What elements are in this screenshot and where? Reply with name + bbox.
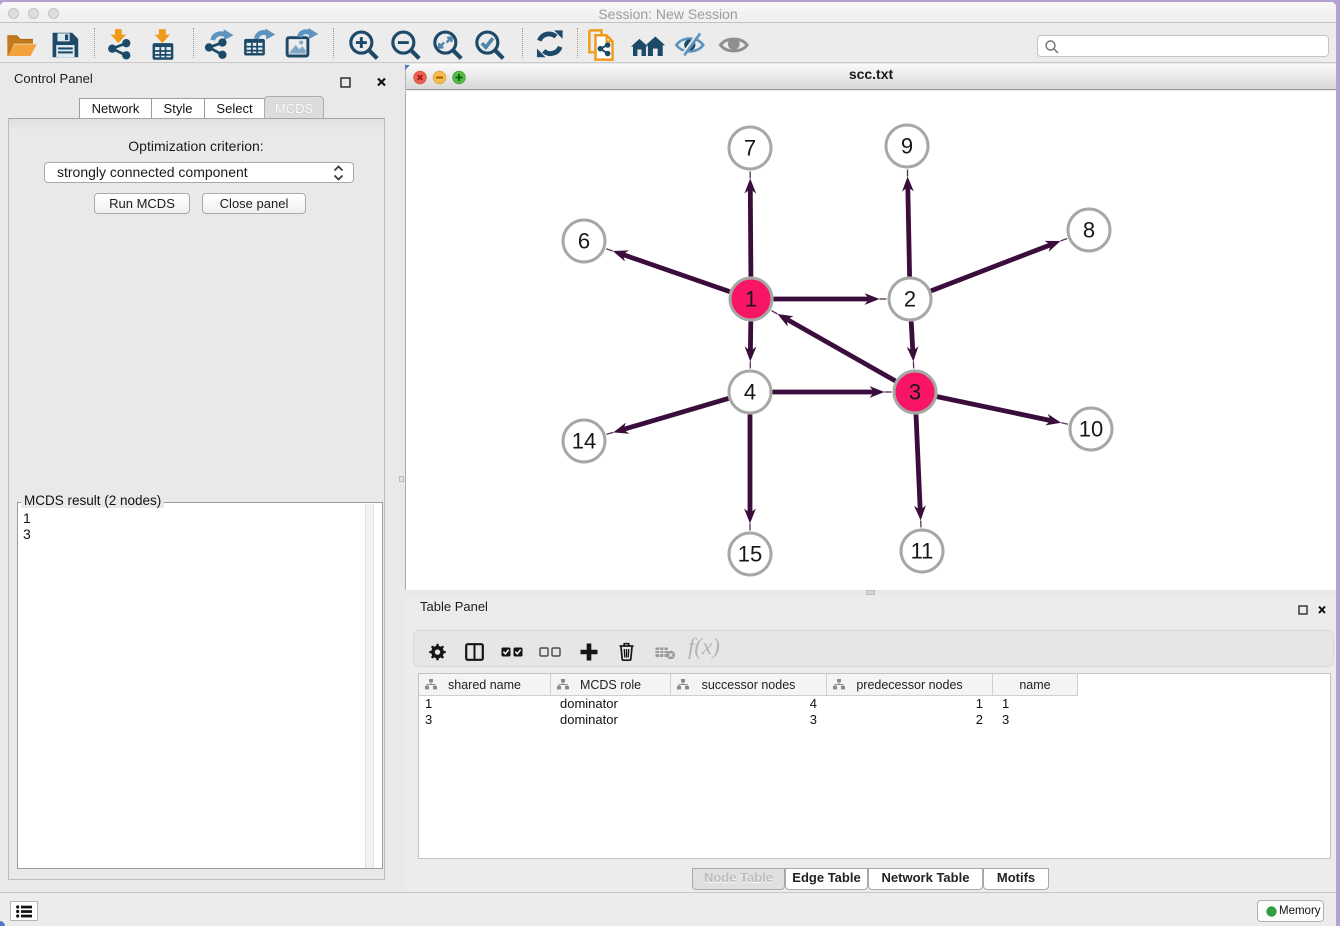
- svg-text:7: 7: [744, 136, 756, 161]
- svg-text:15: 15: [738, 542, 762, 567]
- svg-text:9: 9: [901, 134, 913, 159]
- svg-text:1: 1: [745, 287, 757, 312]
- svg-text:2: 2: [904, 287, 916, 312]
- svg-text:8: 8: [1083, 218, 1095, 243]
- svg-text:4: 4: [744, 380, 756, 405]
- svg-text:14: 14: [572, 429, 596, 454]
- svg-text:11: 11: [911, 539, 934, 564]
- svg-text:6: 6: [578, 229, 590, 254]
- svg-text:3: 3: [909, 380, 921, 405]
- svg-text:10: 10: [1079, 417, 1103, 442]
